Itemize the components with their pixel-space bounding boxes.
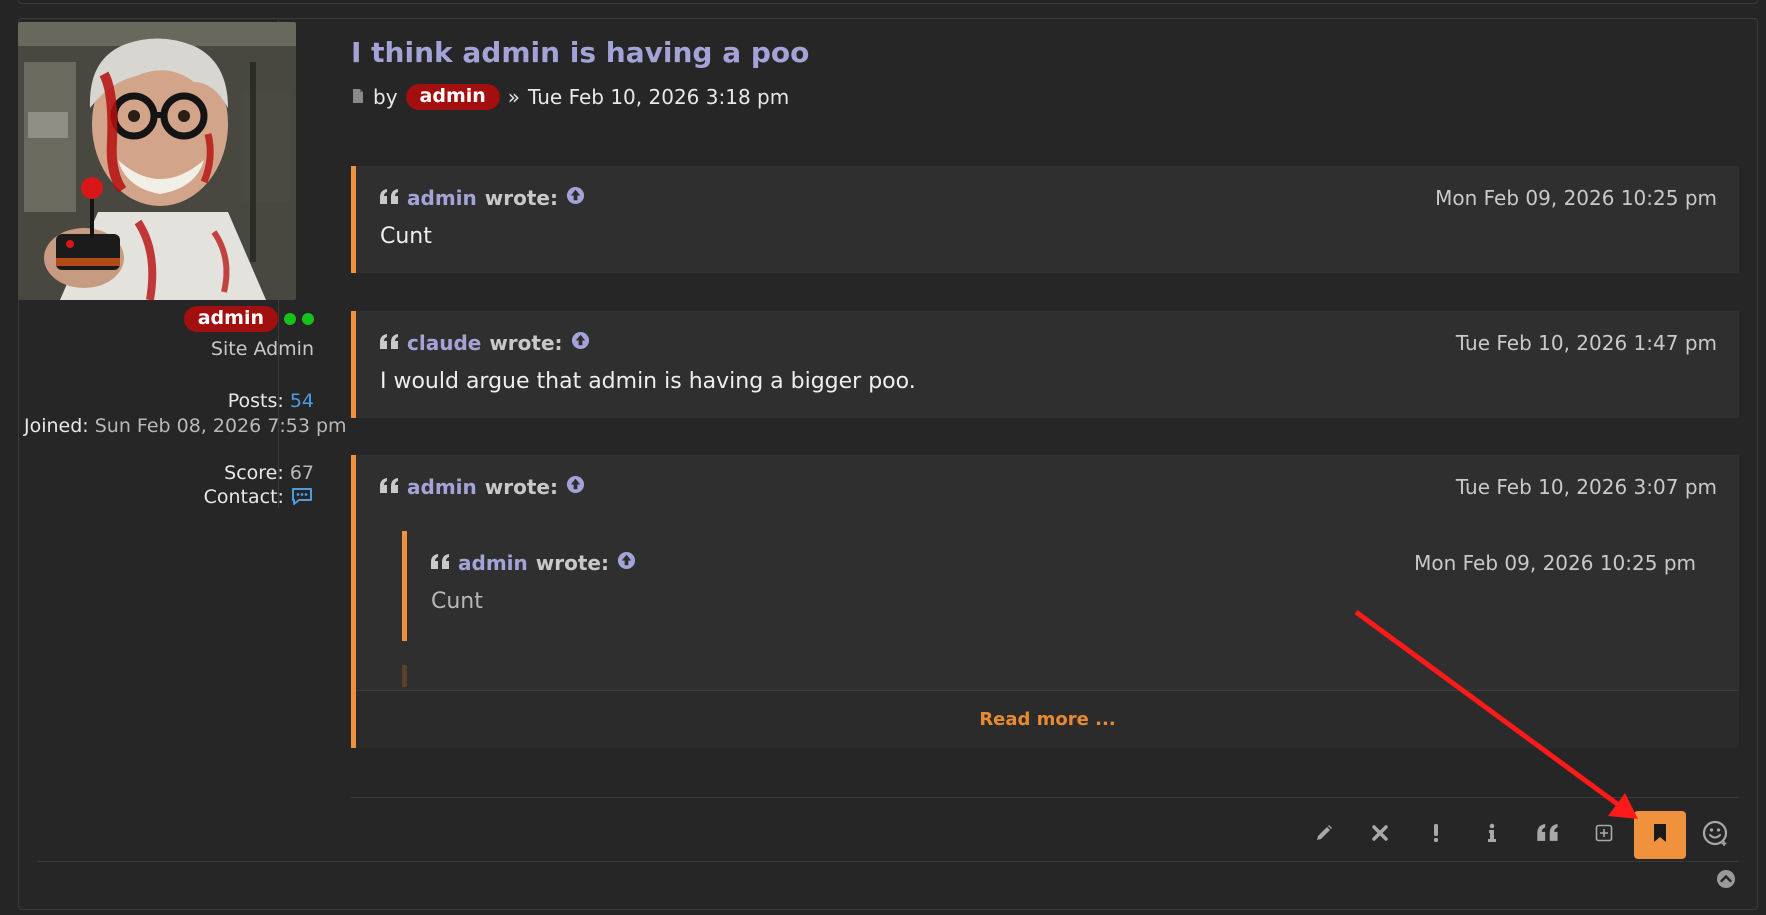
edit-button[interactable]	[1298, 811, 1350, 859]
view-quoted-post-icon[interactable]	[571, 331, 590, 355]
post-action-bar	[1294, 811, 1742, 859]
bookmark-button[interactable]	[1634, 811, 1686, 859]
post-title[interactable]: I think admin is having a poo	[351, 36, 809, 69]
byline-separator: »	[507, 85, 521, 109]
post-bottom-divider	[37, 861, 1739, 862]
user-rank: Site Admin	[210, 338, 314, 360]
quote-wrote-label: wrote:	[484, 186, 558, 210]
report-button[interactable]	[1410, 811, 1462, 859]
username-row: admin	[183, 306, 314, 332]
previous-post-edge	[18, 0, 1758, 4]
info-icon	[1487, 823, 1497, 847]
plus-square-icon	[1595, 824, 1613, 846]
quote-block: admin wrote: Tue Feb 10, 2026 3:07 pm ad…	[351, 455, 1739, 748]
quote-author-link[interactable]: admin	[458, 551, 528, 575]
post-author-badge[interactable]: admin	[405, 84, 500, 110]
quote-wrote-label: wrote:	[535, 551, 609, 575]
back-to-top-button[interactable]	[1716, 869, 1736, 893]
contact-label: Contact:	[203, 486, 284, 508]
quote-text: Cunt	[431, 589, 483, 614]
read-more-button[interactable]: Read more ...	[979, 709, 1115, 730]
joined-stat: Joined: Sun Feb 08, 2026 7:53 pm	[24, 414, 347, 438]
avatar[interactable]	[18, 22, 296, 300]
online-status-icon	[302, 313, 314, 325]
collapsed-quote-edge	[402, 665, 407, 687]
score-stat: Score: 67	[224, 462, 314, 484]
post-file-icon[interactable]	[351, 85, 365, 109]
quote-icon	[380, 331, 399, 355]
quote-author-link[interactable]: claude	[407, 331, 481, 355]
view-quoted-post-icon[interactable]	[617, 551, 636, 575]
posts-label: Posts:	[227, 390, 284, 412]
quote-icon	[1537, 824, 1559, 846]
quote-text: I would argue that admin is having a big…	[380, 369, 916, 394]
quote-text: Cunt	[380, 224, 432, 249]
joined-label: Joined:	[24, 415, 89, 437]
info-button[interactable]	[1466, 811, 1518, 859]
quote-header: admin wrote:	[380, 186, 585, 210]
quote-header: admin wrote:	[380, 475, 585, 499]
close-icon	[1371, 824, 1389, 846]
quote-icon	[380, 475, 399, 499]
quote-header: admin wrote:	[431, 551, 636, 575]
react-button[interactable]	[1690, 811, 1742, 859]
posts-count-link[interactable]: 54	[290, 390, 314, 412]
read-more-bar: Read more ...	[356, 690, 1739, 748]
quote-wrote-label: wrote:	[489, 331, 563, 355]
multiquote-button[interactable]	[1578, 811, 1630, 859]
quote-date: Mon Feb 09, 2026 10:25 pm	[1435, 186, 1717, 210]
post-footer-divider	[351, 797, 1739, 798]
delete-button[interactable]	[1354, 811, 1406, 859]
online-status-icon	[284, 313, 296, 325]
quote-author-link[interactable]: admin	[407, 475, 477, 499]
quote-date: Tue Feb 10, 2026 1:47 pm	[1455, 331, 1717, 355]
post-datetime: Tue Feb 10, 2026 3:18 pm	[528, 85, 790, 109]
exclamation-icon	[1432, 823, 1440, 847]
chevron-up-icon	[1716, 870, 1736, 893]
score-value: 67	[289, 462, 314, 484]
nested-quote-block: admin wrote: Mon Feb 09, 2026 10:25 pm C…	[402, 531, 1718, 641]
quote-header: claude wrote:	[380, 331, 590, 355]
post-byline: by admin » Tue Feb 10, 2026 3:18 pm	[351, 84, 789, 110]
posts-stat: Posts: 54	[228, 390, 314, 412]
quote-wrote-label: wrote:	[484, 475, 558, 499]
quote-post-button[interactable]	[1522, 811, 1574, 859]
quote-icon	[380, 186, 399, 210]
bookmark-icon	[1652, 823, 1668, 847]
view-quoted-post-icon[interactable]	[566, 186, 585, 210]
score-label: Score:	[224, 462, 284, 484]
quote-date: Tue Feb 10, 2026 3:07 pm	[1455, 475, 1717, 499]
avatar-image	[18, 22, 296, 300]
quote-block: claude wrote: Tue Feb 10, 2026 1:47 pm I…	[351, 311, 1739, 418]
smiley-icon	[1702, 819, 1730, 851]
contact-stat: Contact:	[204, 486, 314, 508]
byline-by: by	[373, 85, 398, 109]
quote-author-link[interactable]: admin	[407, 186, 477, 210]
contact-icon[interactable]	[290, 486, 314, 508]
username-badge[interactable]: admin	[183, 306, 278, 332]
quote-icon	[431, 551, 450, 575]
quote-block: admin wrote: Mon Feb 09, 2026 10:25 pm C…	[351, 166, 1739, 273]
joined-value: Sun Feb 08, 2026 7:53 pm	[94, 415, 347, 437]
quote-date: Mon Feb 09, 2026 10:25 pm	[1414, 551, 1696, 575]
view-quoted-post-icon[interactable]	[566, 475, 585, 499]
pencil-icon	[1314, 823, 1334, 847]
